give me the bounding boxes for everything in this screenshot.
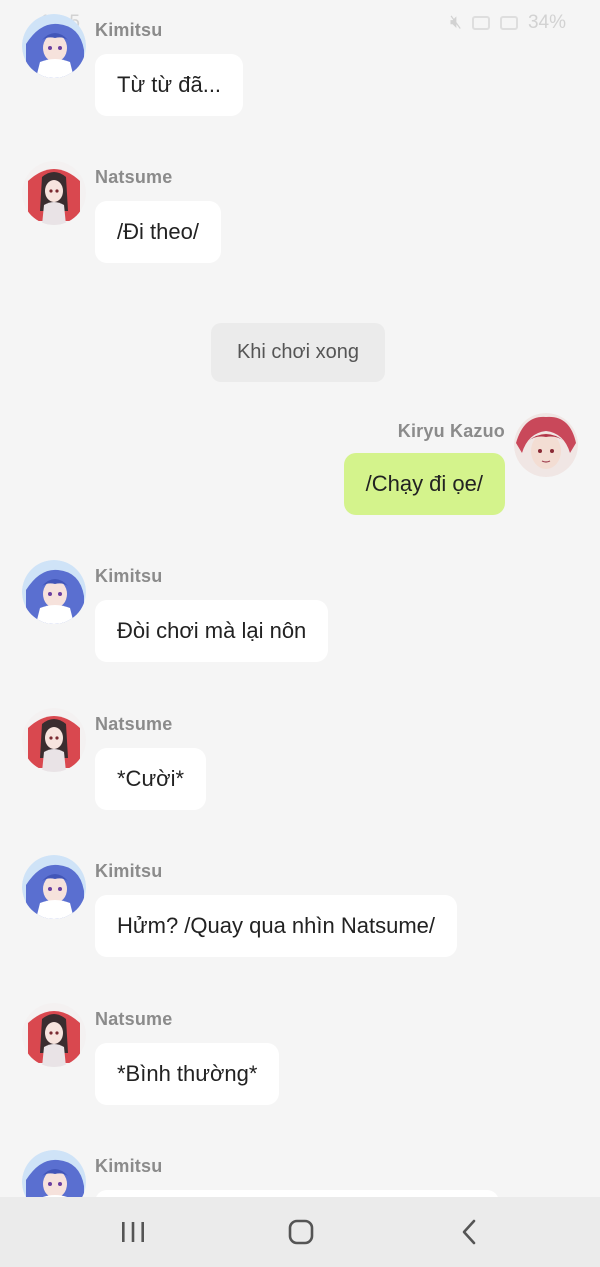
message-bubble[interactable]: Từ từ đã...: [95, 54, 244, 116]
sender-name: Kiryu Kazuo: [397, 421, 505, 441]
message-bubble[interactable]: Hửm? /Quay qua nhìn Natsume/: [95, 895, 457, 957]
message-item: Kimitsu Hửm? /Quay qua nhìn Natsume/: [0, 855, 600, 965]
message-item: Kimitsu: [0, 1150, 600, 1197]
navigation-bar: [0, 1197, 600, 1267]
natsume-avatar[interactable]: [22, 708, 86, 772]
message-bubble[interactable]: /Đi theo/: [95, 201, 221, 263]
home-icon: [288, 1219, 314, 1245]
message-bubble[interactable]: Đòi chơi mà lại nôn: [95, 600, 329, 662]
chat-screen: 13:5 🔇︎ 34%: [0, 0, 600, 1267]
message-item: Kimitsu Đòi chơi mà lại nôn: [0, 560, 600, 670]
sender-name: Kimitsu: [95, 861, 163, 881]
message-bubble[interactable]: [95, 1190, 499, 1197]
message-item: Kimitsu Từ từ đã...: [0, 14, 600, 124]
natsume-avatar[interactable]: [22, 161, 86, 225]
kimitsu-avatar[interactable]: [22, 855, 86, 919]
message-bubble[interactable]: /Chạy đi ọe/: [343, 453, 505, 515]
sender-name: Natsume: [95, 1009, 173, 1029]
message-item: Kiryu Kazuo /Chạy đi ọe/: [0, 413, 600, 523]
recent-apps-button[interactable]: [93, 1197, 173, 1267]
chat-message-list[interactable]: Kimitsu Từ từ đã... Natsume /Đi theo/ Kh…: [0, 0, 600, 1197]
kiryu-avatar[interactable]: [514, 413, 578, 477]
message-bubble[interactable]: *Bình thường*: [95, 1043, 280, 1105]
sender-name: Kimitsu: [95, 20, 163, 40]
natsume-avatar[interactable]: [22, 1003, 86, 1067]
sender-name: Kimitsu: [95, 1156, 163, 1176]
recent-apps-icon: [122, 1222, 144, 1242]
home-button[interactable]: [261, 1197, 341, 1267]
kimitsu-avatar[interactable]: [22, 14, 86, 78]
sender-name: Natsume: [95, 714, 173, 734]
message-item: Natsume *Cười*: [0, 708, 600, 818]
kimitsu-avatar[interactable]: [22, 560, 86, 624]
sender-name: Kimitsu: [95, 566, 163, 586]
back-button[interactable]: [429, 1197, 509, 1267]
sender-name: Natsume: [95, 167, 173, 187]
message-item: Natsume *Bình thường*: [0, 1003, 600, 1113]
back-icon: [462, 1219, 476, 1245]
system-message: Khi chơi xong: [211, 323, 385, 382]
message-item: Natsume /Đi theo/: [0, 161, 600, 271]
kimitsu-avatar[interactable]: [22, 1150, 86, 1197]
message-bubble[interactable]: *Cười*: [95, 748, 207, 810]
